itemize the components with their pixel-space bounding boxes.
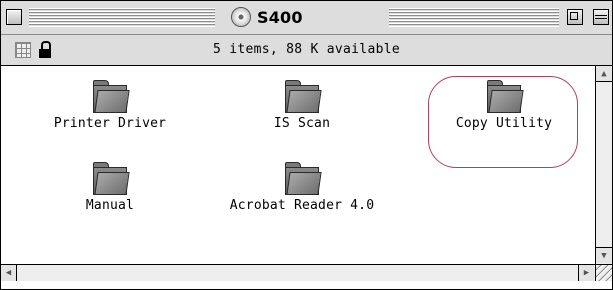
- title-bar-stripes: [389, 8, 559, 27]
- resize-grip-icon[interactable]: [595, 264, 612, 281]
- title-bar[interactable]: S400: [1, 1, 612, 35]
- folder-item-acrobat-reader[interactable]: Acrobat Reader 4.0: [217, 162, 387, 213]
- cd-icon: [231, 7, 251, 27]
- window-title: S400: [257, 7, 303, 27]
- window-title-group: S400: [223, 4, 311, 30]
- folder-item-manual[interactable]: Manual: [25, 162, 195, 213]
- folder-label: Printer Driver: [53, 116, 167, 131]
- folder-item-copy-utility[interactable]: Copy Utility: [419, 80, 589, 131]
- horizontal-scrollbar[interactable]: ◀ ▶: [1, 264, 595, 281]
- folder-label: Manual: [85, 198, 135, 213]
- folder-item-is-scan[interactable]: IS Scan: [217, 80, 387, 131]
- scroll-left-arrow-icon[interactable]: ◀: [1, 265, 17, 281]
- folder-label: Acrobat Reader 4.0: [229, 198, 375, 213]
- title-bar-stripes: [29, 8, 215, 27]
- folder-icon: [486, 80, 524, 113]
- collapse-box[interactable]: [593, 9, 609, 25]
- folder-content: Printer Driver IS Scan Copy Utility Manu…: [1, 66, 595, 264]
- status-text: 5 items, 88 K available: [213, 42, 400, 57]
- folder-icon: [284, 162, 322, 195]
- scroll-up-arrow-icon[interactable]: ▲: [596, 66, 612, 82]
- folder-item-printer-driver[interactable]: Printer Driver: [25, 80, 195, 131]
- zoom-box[interactable]: [567, 9, 583, 25]
- scroll-right-arrow-icon[interactable]: ▶: [578, 265, 594, 281]
- folder-icon: [284, 80, 322, 113]
- finder-window: S400 5 items, 88 K available Printer Dri…: [0, 0, 613, 290]
- folder-icon: [92, 162, 130, 195]
- folder-label: IS Scan: [273, 116, 331, 131]
- folder-icon: [92, 80, 130, 113]
- vertical-scrollbar[interactable]: ▲ ▼: [595, 66, 612, 264]
- scroll-down-arrow-icon[interactable]: ▼: [596, 247, 612, 263]
- folder-label: Copy Utility: [455, 116, 553, 131]
- close-box[interactable]: [6, 9, 22, 25]
- info-bar: 5 items, 88 K available: [1, 35, 612, 66]
